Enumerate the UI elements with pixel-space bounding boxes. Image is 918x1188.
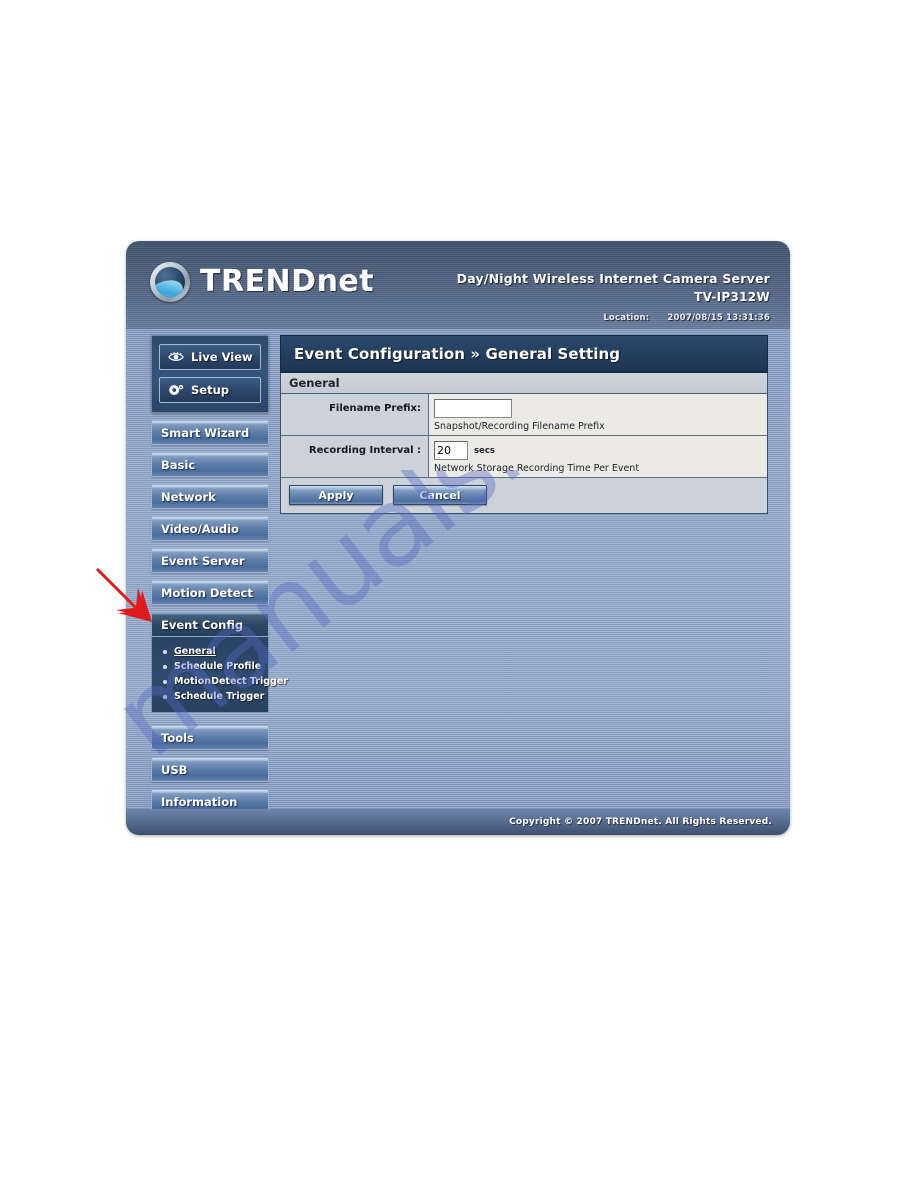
submenu-item-general[interactable]: General: [152, 644, 268, 659]
sidebar-item-event-config[interactable]: Event Config: [151, 612, 269, 637]
timestamp-value: 2007/08/15 13:31:36: [667, 313, 770, 323]
product-identity: Day/Night Wireless Internet Camera Serve…: [457, 271, 770, 304]
submenu-item-schedule-trigger[interactable]: Schedule Trigger: [152, 689, 268, 704]
content-panel: Event Configuration » General Setting Ge…: [280, 335, 768, 514]
brand-wordmark-main: TREND: [200, 264, 317, 299]
brand-wordmark: TRENDnet: [200, 267, 374, 297]
sidebar-item-tools[interactable]: Tools: [151, 725, 269, 750]
recording-interval-input[interactable]: [434, 441, 468, 460]
brand-wordmark-suffix: net: [316, 264, 375, 299]
sidebar-item-label: Network: [161, 489, 216, 504]
submenu-item-label: MotionDetect Trigger: [174, 676, 288, 687]
brand-logo: TRENDnet: [150, 262, 374, 302]
general-settings-form: General Filename Prefix: Snapshot/Record…: [280, 373, 768, 514]
product-model: TV-IP312W: [694, 290, 770, 304]
cancel-button[interactable]: Cancel: [393, 485, 487, 505]
eye-icon: [168, 350, 184, 364]
setup-button[interactable]: Setup: [159, 377, 261, 403]
location-status-line: Location: 2007/08/15 13:31:36: [603, 313, 770, 323]
trendnet-globe-logo-icon: [150, 262, 190, 302]
event-config-submenu: General Schedule Profile MotionDetect Tr…: [151, 637, 288, 713]
submenu-item-label: Schedule Profile: [174, 661, 262, 672]
apply-button[interactable]: Apply: [289, 485, 383, 505]
submenu-item-motiondetect-trigger[interactable]: MotionDetect Trigger: [152, 674, 288, 689]
view-mode-switcher: Live View Setup: [151, 335, 269, 413]
section-title: General: [281, 373, 767, 394]
sidebar-item-label: USB: [161, 762, 188, 777]
form-action-bar: Apply Cancel: [281, 478, 767, 513]
sidebar-item-usb[interactable]: USB: [151, 757, 269, 782]
recording-interval-label: Recording Interval :: [281, 436, 429, 477]
sidebar-item-label: Basic: [161, 457, 196, 472]
filename-prefix-label: Filename Prefix:: [281, 394, 429, 435]
bullet-icon: [163, 694, 167, 699]
sidebar-item-label: Tools: [161, 730, 194, 745]
product-title: Day/Night Wireless Internet Camera Serve…: [456, 271, 770, 286]
copyright-text: Copyright © 2007 TRENDnet. All Rights Re…: [509, 817, 772, 827]
bullet-icon: [163, 679, 167, 684]
camera-admin-window: TRENDnet Day/Night Wireless Internet Cam…: [126, 241, 790, 835]
submenu-item-label: General: [174, 646, 216, 657]
sidebar-item-label: Motion Detect: [161, 585, 253, 600]
filename-prefix-hint: Snapshot/Recording Filename Prefix: [434, 421, 605, 432]
live-view-button[interactable]: Live View: [159, 344, 261, 370]
sidebar-navigation: Live View Setup Smart Wizard Basic Netwo…: [151, 335, 288, 814]
bullet-icon: [163, 649, 167, 654]
setup-label: Setup: [191, 383, 229, 397]
page-footer: Copyright © 2007 TRENDnet. All Rights Re…: [126, 809, 790, 835]
sidebar-item-label: Video/Audio: [161, 521, 239, 536]
recording-interval-unit: secs: [474, 445, 495, 456]
submenu-item-label: Schedule Trigger: [174, 691, 265, 702]
sidebar-item-label: Information: [161, 794, 238, 809]
sidebar-item-basic[interactable]: Basic: [151, 452, 269, 477]
page-header: TRENDnet Day/Night Wireless Internet Cam…: [126, 241, 790, 329]
bullet-icon: [163, 664, 167, 669]
sidebar-item-smart-wizard[interactable]: Smart Wizard: [151, 420, 269, 445]
recording-interval-hint: Network Storage Recording Time Per Event: [434, 463, 640, 474]
sidebar-item-label: Smart Wizard: [161, 425, 250, 440]
gear-icon: [168, 383, 184, 397]
page-title: Event Configuration » General Setting: [280, 335, 768, 373]
sidebar-item-label: Event Server: [161, 553, 245, 568]
live-view-label: Live View: [191, 350, 253, 364]
sidebar-item-event-server[interactable]: Event Server: [151, 548, 269, 573]
filename-prefix-input[interactable]: [434, 399, 512, 418]
sidebar-item-motion-detect[interactable]: Motion Detect: [151, 580, 269, 605]
form-row-recording-interval: Recording Interval : secs Network Storag…: [281, 436, 767, 478]
sidebar-item-network[interactable]: Network: [151, 484, 269, 509]
form-row-filename-prefix: Filename Prefix: Snapshot/Recording File…: [281, 394, 767, 436]
submenu-item-schedule-profile[interactable]: Schedule Profile: [152, 659, 268, 674]
sidebar-item-label: Event Config: [161, 617, 244, 632]
location-label: Location:: [603, 313, 650, 323]
sidebar-item-video-audio[interactable]: Video/Audio: [151, 516, 269, 541]
